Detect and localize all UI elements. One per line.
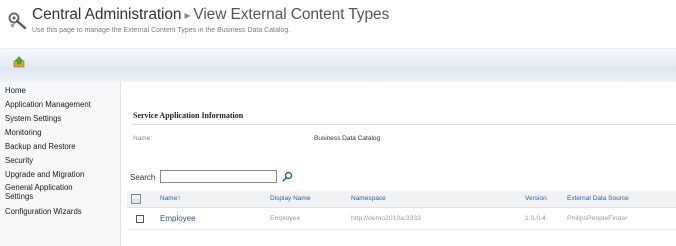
- main-content: Service Application Information Name: Bu…: [121, 82, 676, 246]
- column-version[interactable]: Version: [525, 195, 547, 202]
- ribbon-band: [0, 48, 676, 68]
- quick-launch: Home Application Management System Setti…: [0, 82, 121, 246]
- sort-ascending-icon: ↑: [177, 195, 181, 202]
- select-all-icon[interactable]: [131, 194, 141, 204]
- section-title: Service Application Information: [133, 111, 244, 120]
- cell-name[interactable]: Employee: [160, 214, 196, 223]
- site-settings-icon: [8, 12, 27, 30]
- cell-version: 1.0.0.4: [525, 215, 546, 222]
- section-divider: [131, 124, 676, 125]
- nav-application-management[interactable]: Application Management: [5, 100, 91, 109]
- row-checkbox[interactable]: [136, 215, 144, 223]
- search-icon[interactable]: [282, 171, 293, 182]
- nav-general-application-settings-line2[interactable]: Settings: [5, 192, 33, 201]
- column-display-name[interactable]: Display Name: [270, 195, 310, 202]
- column-name-label: Name: [160, 195, 178, 202]
- service-name-label: Name:: [133, 135, 153, 142]
- column-external-data-source[interactable]: External Data Source: [567, 195, 629, 202]
- table-header: Name↑ Display Name Namespace Version Ext…: [127, 191, 676, 208]
- column-name[interactable]: Name↑: [160, 195, 181, 202]
- nav-backup-and-restore[interactable]: Backup and Restore: [5, 142, 76, 151]
- navigate-up-icon[interactable]: [13, 56, 25, 68]
- title-band: [0, 68, 676, 82]
- nav-home[interactable]: Home: [5, 86, 26, 95]
- search-input[interactable]: [160, 170, 277, 183]
- breadcrumb-current: View External Content Types: [193, 6, 390, 23]
- nav-monitoring[interactable]: Monitoring: [5, 128, 41, 137]
- table-row[interactable]: Employee Employee http://demo2010a:3333 …: [127, 208, 676, 230]
- cell-display-name: Employee: [270, 215, 301, 222]
- nav-configuration-wizards[interactable]: Configuration Wizards: [5, 207, 82, 216]
- cell-external-data-source: PhilipsPeopleFinder: [567, 215, 628, 222]
- nav-upgrade-and-migration[interactable]: Upgrade and Migration: [5, 170, 84, 179]
- breadcrumb-root[interactable]: Central Administration: [32, 6, 182, 23]
- search-label: Search: [130, 173, 156, 182]
- page-description: Use this page to manage the External Con…: [32, 27, 291, 34]
- nav-system-settings[interactable]: System Settings: [5, 114, 61, 123]
- page-header: Central Administration ▸ View External Con…: [0, 0, 676, 48]
- nav-security[interactable]: Security: [5, 156, 33, 165]
- cell-namespace: http://demo2010a:3333: [351, 215, 421, 222]
- nav-general-application-settings[interactable]: General Application: [5, 183, 73, 192]
- service-name-value: Business Data Catalog: [314, 135, 381, 142]
- page-title: Central Administration ▸ View External Con…: [32, 6, 389, 24]
- column-namespace[interactable]: Namespace: [351, 195, 386, 202]
- breadcrumb-separator: ▸: [184, 8, 191, 22]
